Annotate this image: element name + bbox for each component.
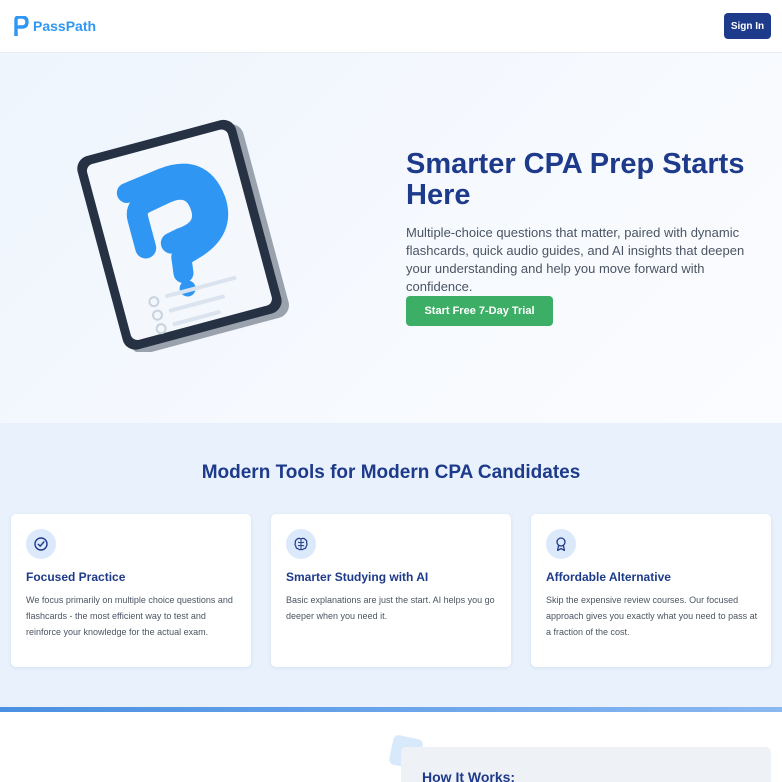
brand-logo[interactable]: PassPath <box>13 16 96 36</box>
how-it-works-title: How It Works: <box>422 769 516 782</box>
feature-card-text: Basic explanations are just the start. A… <box>286 595 495 621</box>
hero-section: Smarter CPA Prep Starts Here Multiple-ch… <box>0 53 782 423</box>
tablet-question-mark-icon <box>74 117 314 357</box>
feature-card-text: Skip the expensive review courses. Our f… <box>546 595 758 637</box>
top-navbar: PassPath Sign In <box>0 0 782 53</box>
brain-icon <box>286 529 316 559</box>
feature-card-title: Affordable Alternative <box>546 570 671 584</box>
feature-card-title: Focused Practice <box>26 570 126 584</box>
hero-title: Smarter CPA Prep Starts Here <box>406 148 745 211</box>
sign-in-button[interactable]: Sign In <box>724 13 771 39</box>
feature-card-title: Smarter Studying with AI <box>286 570 429 584</box>
hero-subtitle: Multiple-choice questions that matter, p… <box>406 225 745 294</box>
how-it-works-panel: How It Works: <box>401 747 771 782</box>
feature-card-focused-practice: Focused Practice We focus primarily on m… <box>11 514 251 667</box>
how-it-works-section: How It Works: <box>0 712 782 782</box>
start-trial-button[interactable]: Start Free 7-Day Trial <box>406 296 553 326</box>
check-circle-icon <box>26 529 56 559</box>
brand-name: PassPath <box>33 18 97 34</box>
feature-card-text: We focus primarily on multiple choice qu… <box>26 595 233 637</box>
features-section: Modern Tools for Modern CPA Candidates F… <box>0 423 782 707</box>
feature-card-affordable: Affordable Alternative Skip the expensiv… <box>531 514 771 667</box>
passpath-logo-icon <box>14 16 29 36</box>
award-icon <box>546 529 576 559</box>
features-title: Modern Tools for Modern CPA Candidates <box>201 462 581 483</box>
feature-card-ai-studying: Smarter Studying with AI Basic explanati… <box>271 514 511 667</box>
